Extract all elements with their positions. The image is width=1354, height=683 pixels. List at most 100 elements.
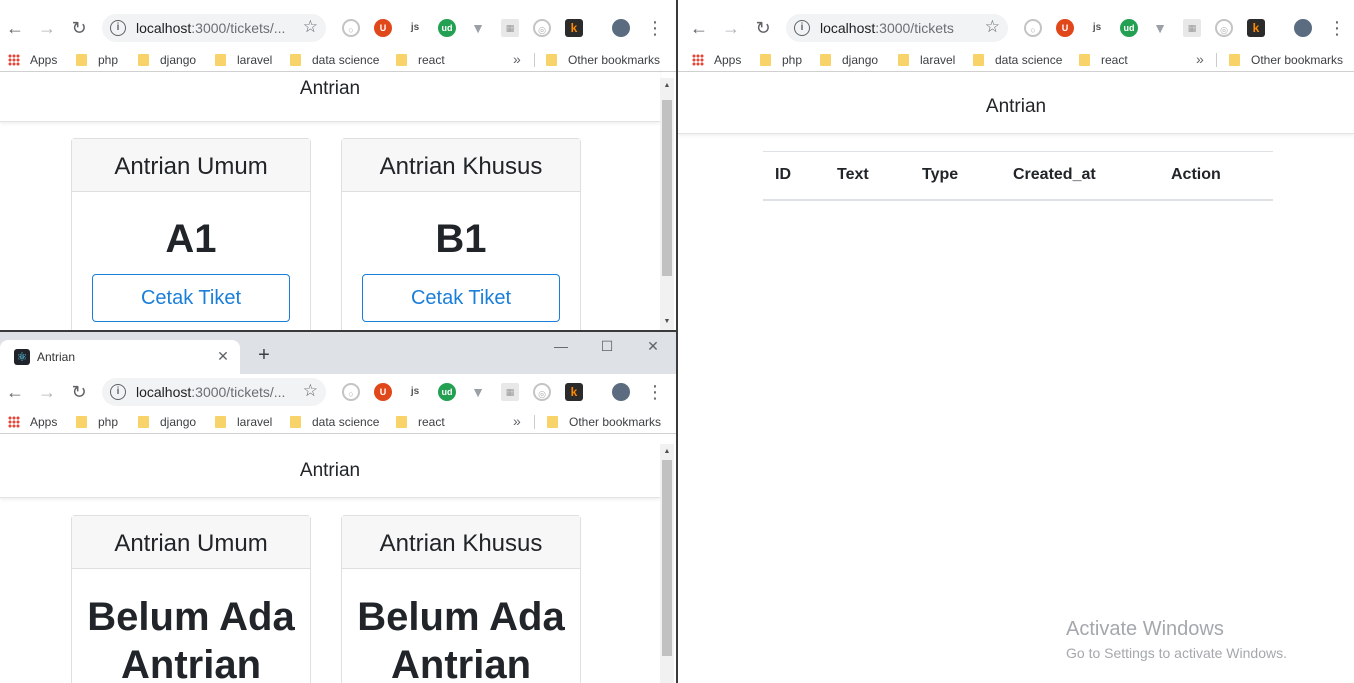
- reload-icon[interactable]: ↻: [68, 17, 90, 39]
- column-header-type: Type: [922, 166, 959, 184]
- extension-square-icon[interactable]: ▦: [1183, 19, 1201, 37]
- bookmark-laravel[interactable]: laravel: [898, 53, 955, 67]
- bookmark-data-science[interactable]: data science: [290, 53, 379, 67]
- extension-js-icon[interactable]: js: [406, 19, 424, 37]
- bookmark-django[interactable]: django: [138, 415, 196, 429]
- close-tab-icon[interactable]: ✕: [214, 347, 232, 365]
- back-icon[interactable]: ←: [4, 381, 26, 403]
- navbar: Antrian: [0, 66, 660, 122]
- more-bookmarks-icon[interactable]: »: [513, 51, 521, 67]
- extension-vue-icon[interactable]: ▼: [1151, 19, 1169, 37]
- cetak-tiket-button[interactable]: Cetak Tiket: [92, 274, 290, 322]
- new-tab-button[interactable]: +: [252, 344, 276, 368]
- profile-avatar[interactable]: [612, 383, 630, 401]
- extension-target-icon[interactable]: ◎: [533, 19, 551, 37]
- bookmark-apps[interactable]: Apps: [8, 53, 57, 67]
- scrollbar-thumb[interactable]: [662, 100, 672, 276]
- profile-avatar[interactable]: [612, 19, 630, 37]
- extension-js-icon[interactable]: js: [1088, 19, 1106, 37]
- bookmark-other[interactable]: Other bookmarks: [546, 53, 660, 67]
- reload-icon[interactable]: ↻: [752, 17, 774, 39]
- scroll-up-icon[interactable]: ▲: [660, 446, 674, 458]
- bookmark-php[interactable]: php: [760, 53, 802, 67]
- cetak-tiket-button[interactable]: Cetak Tiket: [362, 274, 560, 322]
- browser-toolbar: ← → ↻ i localhost:3000/tickets/... ☆ ○ U…: [0, 10, 676, 46]
- forward-icon[interactable]: →: [36, 381, 58, 403]
- reload-icon[interactable]: ↻: [68, 381, 90, 403]
- address-text[interactable]: localhost:3000/tickets/...: [136, 384, 285, 400]
- forward-icon[interactable]: →: [720, 17, 742, 39]
- extension-k-icon[interactable]: k: [1247, 19, 1265, 37]
- bookmark-star-icon[interactable]: ☆: [303, 381, 318, 401]
- extension-ud-icon[interactable]: ud: [1120, 19, 1138, 37]
- bookmark-other[interactable]: Other bookmarks: [547, 415, 661, 429]
- bookmark-star-icon[interactable]: ☆: [985, 17, 1000, 37]
- tab-antrian[interactable]: ⚛ Antrian ✕: [0, 340, 240, 374]
- folder-icon: [760, 54, 771, 66]
- info-icon[interactable]: i: [110, 384, 126, 400]
- bookmark-apps[interactable]: Apps: [692, 53, 741, 67]
- extension-square-icon[interactable]: ▦: [501, 19, 519, 37]
- extension-target-icon[interactable]: ◎: [533, 383, 551, 401]
- extension-ud-icon[interactable]: ud: [438, 383, 456, 401]
- extension-square-icon[interactable]: ▦: [501, 383, 519, 401]
- extension-vue-icon[interactable]: ▼: [469, 19, 487, 37]
- extension-shield-icon[interactable]: U: [374, 383, 392, 401]
- bookmark-django[interactable]: django: [138, 53, 196, 67]
- back-icon[interactable]: ←: [688, 17, 710, 39]
- card-body: B1 Cetak Tiket: [342, 192, 580, 322]
- close-window-icon[interactable]: ✕: [633, 336, 673, 356]
- extension-k-icon[interactable]: k: [565, 383, 583, 401]
- extension-grey-icon[interactable]: ○: [1024, 19, 1042, 37]
- extension-k-icon[interactable]: k: [565, 19, 583, 37]
- more-bookmarks-icon[interactable]: »: [513, 413, 521, 429]
- extension-js-icon[interactable]: js: [406, 383, 424, 401]
- bookmark-php[interactable]: php: [76, 415, 118, 429]
- bookmark-django[interactable]: django: [820, 53, 878, 67]
- profile-avatar[interactable]: [1294, 19, 1312, 37]
- folder-icon: [215, 54, 226, 66]
- more-bookmarks-icon[interactable]: »: [1196, 51, 1204, 67]
- ticket-number: B1: [435, 217, 487, 261]
- bookmark-other[interactable]: Other bookmarks: [1229, 53, 1343, 67]
- scroll-up-icon[interactable]: ▲: [660, 80, 674, 92]
- extension-ud-icon[interactable]: ud: [438, 19, 456, 37]
- bookmark-php[interactable]: php: [76, 53, 118, 67]
- info-icon[interactable]: i: [110, 20, 126, 36]
- address-bar[interactable]: i localhost:3000/tickets/... ☆: [102, 378, 326, 406]
- info-icon[interactable]: i: [794, 20, 810, 36]
- extension-vue-icon[interactable]: ▼: [469, 383, 487, 401]
- bookmark-data-science[interactable]: data science: [973, 53, 1062, 67]
- address-text[interactable]: localhost:3000/tickets/...: [136, 20, 285, 36]
- menu-kebab-icon[interactable]: ⋮: [646, 17, 664, 39]
- extension-shield-icon[interactable]: U: [1056, 19, 1074, 37]
- scrollbar[interactable]: ▲ ▼: [660, 78, 674, 330]
- bookmark-data-science[interactable]: data science: [290, 415, 379, 429]
- extension-grey-icon[interactable]: ○: [342, 383, 360, 401]
- bookmark-apps[interactable]: Apps: [8, 415, 57, 429]
- bookmark-react[interactable]: react: [396, 53, 445, 67]
- scroll-down-icon[interactable]: ▼: [660, 316, 674, 328]
- address-text[interactable]: localhost:3000/tickets: [820, 20, 954, 36]
- maximize-icon[interactable]: ☐: [587, 336, 627, 356]
- address-bar[interactable]: i localhost:3000/tickets ☆: [786, 14, 1008, 42]
- extension-target-icon[interactable]: ◎: [1215, 19, 1233, 37]
- minimize-icon[interactable]: —: [541, 336, 581, 356]
- extension-grey-icon[interactable]: ○: [342, 19, 360, 37]
- tab-strip: ⚛ Antrian ✕ + — ☐ ✕: [0, 332, 676, 374]
- bookmark-laravel[interactable]: laravel: [215, 53, 272, 67]
- menu-kebab-icon[interactable]: ⋮: [1328, 17, 1346, 39]
- scrollbar-thumb[interactable]: [662, 460, 672, 656]
- menu-kebab-icon[interactable]: ⋮: [646, 381, 664, 403]
- scrollbar[interactable]: ▲: [660, 444, 674, 683]
- address-bar[interactable]: i localhost:3000/tickets/... ☆: [102, 14, 326, 42]
- bookmark-star-icon[interactable]: ☆: [303, 17, 318, 37]
- forward-icon[interactable]: →: [36, 17, 58, 39]
- extension-shield-icon[interactable]: U: [374, 19, 392, 37]
- browser-toolbar: ← → ↻ i localhost:3000/tickets ☆ ○ U js …: [678, 10, 1354, 46]
- bookmark-react[interactable]: react: [1079, 53, 1128, 67]
- bookmark-react[interactable]: react: [396, 415, 445, 429]
- back-icon[interactable]: ←: [4, 17, 26, 39]
- bookmarks-bar: Apps php django laravel data science rea…: [678, 48, 1354, 72]
- bookmark-laravel[interactable]: laravel: [215, 415, 272, 429]
